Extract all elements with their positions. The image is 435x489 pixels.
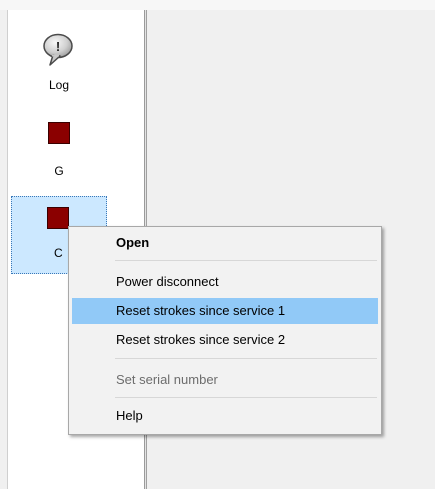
svg-text:!: !: [56, 39, 60, 54]
speech-bubble-exclamation-icon: !: [43, 33, 73, 66]
red-square-icon: [48, 122, 70, 144]
menu-item-reset-strokes-1[interactable]: Reset strokes since service 1: [72, 298, 378, 324]
menu-separator: [115, 358, 377, 359]
menu-item-help[interactable]: Help: [72, 403, 378, 429]
device-item-g[interactable]: G: [11, 112, 107, 178]
menu-item-set-serial-number[interactable]: Set serial number: [72, 367, 378, 393]
menu-item-power-disconnect[interactable]: Power disconnect: [72, 269, 378, 295]
menu-item-open[interactable]: Open: [72, 230, 378, 256]
context-menu: Open Power disconnect Reset strokes sinc…: [68, 226, 382, 435]
menu-separator: [115, 260, 377, 261]
device-label-g: G: [54, 164, 64, 178]
window-top-edge: [0, 0, 435, 10]
device-item-log[interactable]: ! Log: [11, 32, 107, 98]
menu-item-reset-strokes-2[interactable]: Reset strokes since service 2: [72, 327, 378, 353]
device-label-log: Log: [48, 78, 70, 92]
menu-separator: [115, 397, 377, 398]
red-square-icon: [47, 207, 69, 229]
app-window: ! Log G C Open Power disconnect Reset st…: [0, 0, 435, 489]
